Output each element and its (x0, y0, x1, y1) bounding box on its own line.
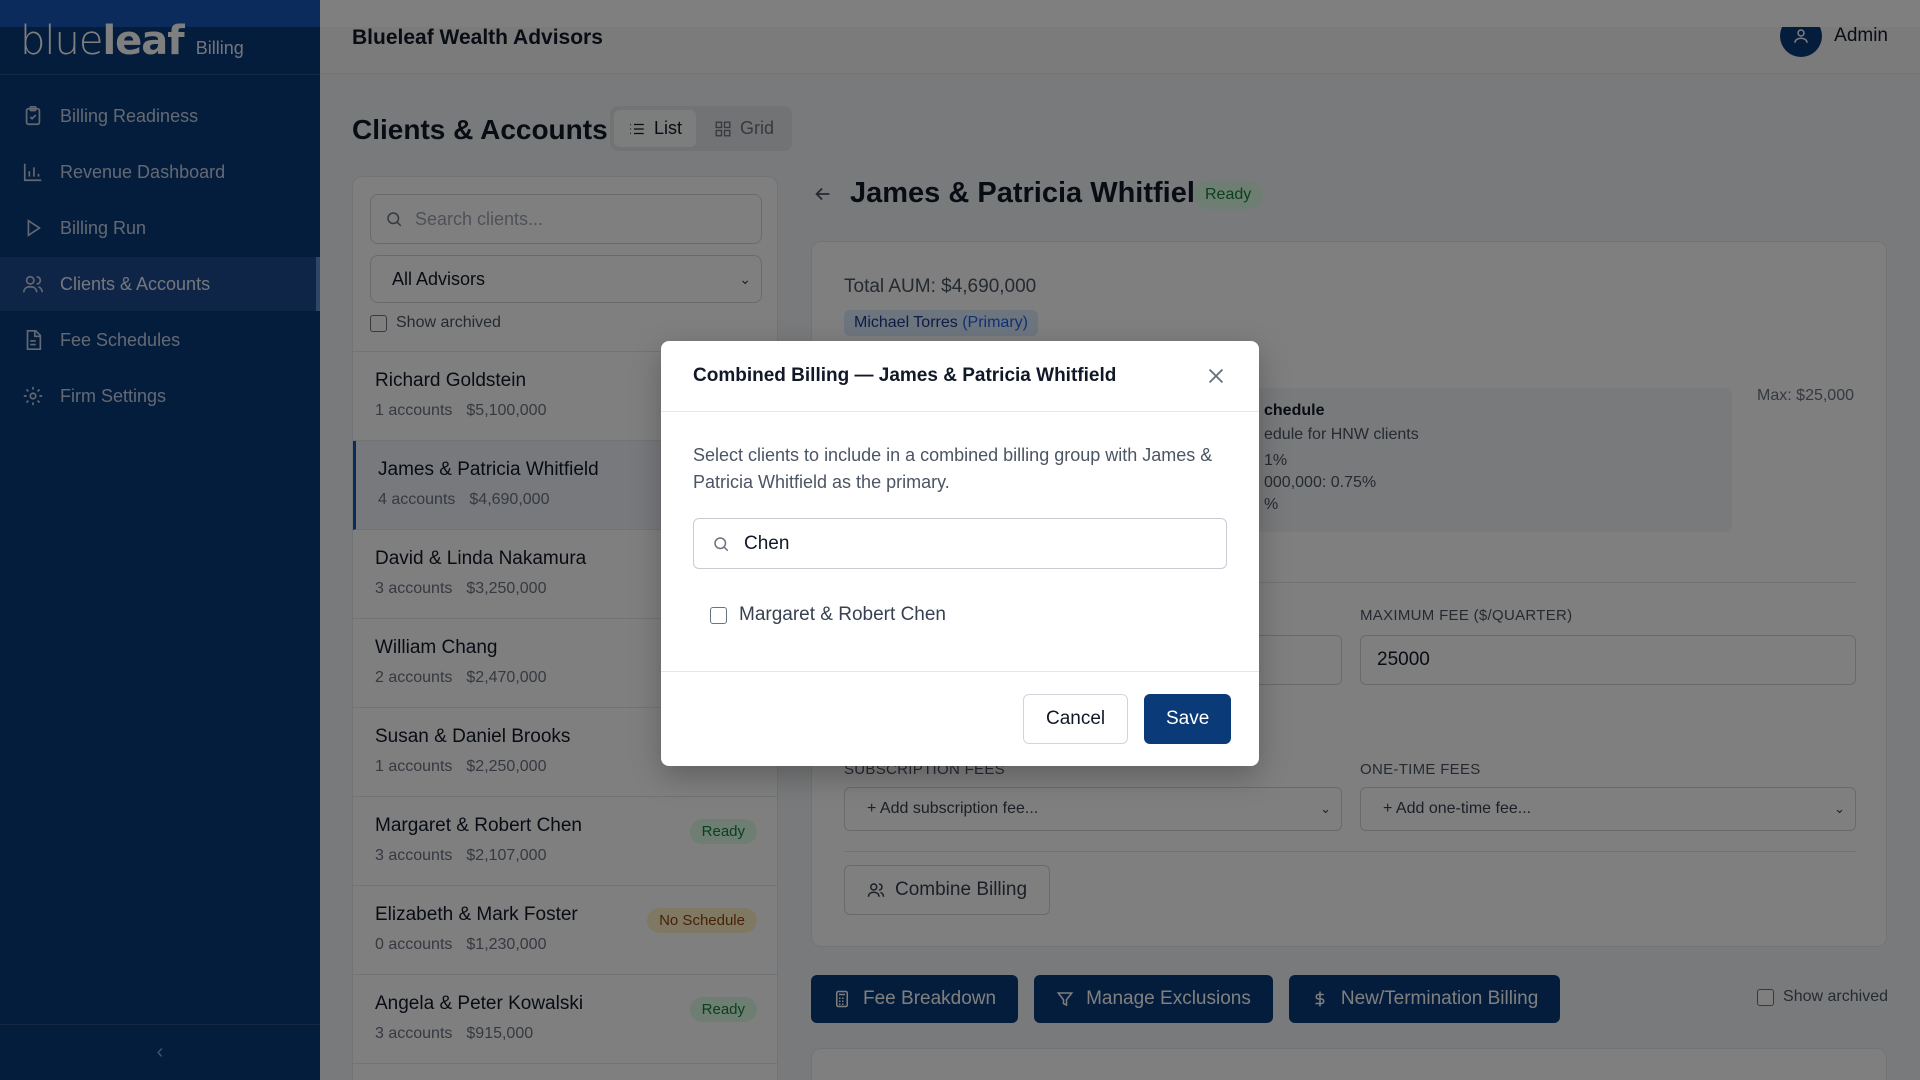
modal-footer: Cancel Save (661, 671, 1259, 766)
search-icon (714, 536, 729, 551)
save-button[interactable]: Save (1144, 694, 1232, 744)
modal-search-input[interactable]: Chen (693, 518, 1227, 569)
client-option-label: Margaret & Robert Chen (739, 604, 946, 625)
cancel-button[interactable]: Cancel (1023, 694, 1129, 744)
client-option-checkbox[interactable] (710, 606, 727, 624)
modal-description: Select clients to include in a combined … (693, 445, 1213, 492)
close-button[interactable] (1205, 365, 1227, 387)
modal-header: Combined Billing — James & Patricia Whit… (661, 341, 1259, 412)
combined-billing-modal: Combined Billing — James & Patricia Whit… (661, 341, 1259, 766)
close-icon (1208, 368, 1224, 384)
modal-search-value: Chen (744, 532, 790, 554)
modal-title: Combined Billing — James & Patricia Whit… (693, 365, 1117, 386)
client-option[interactable]: Margaret & Robert Chen (710, 604, 946, 626)
